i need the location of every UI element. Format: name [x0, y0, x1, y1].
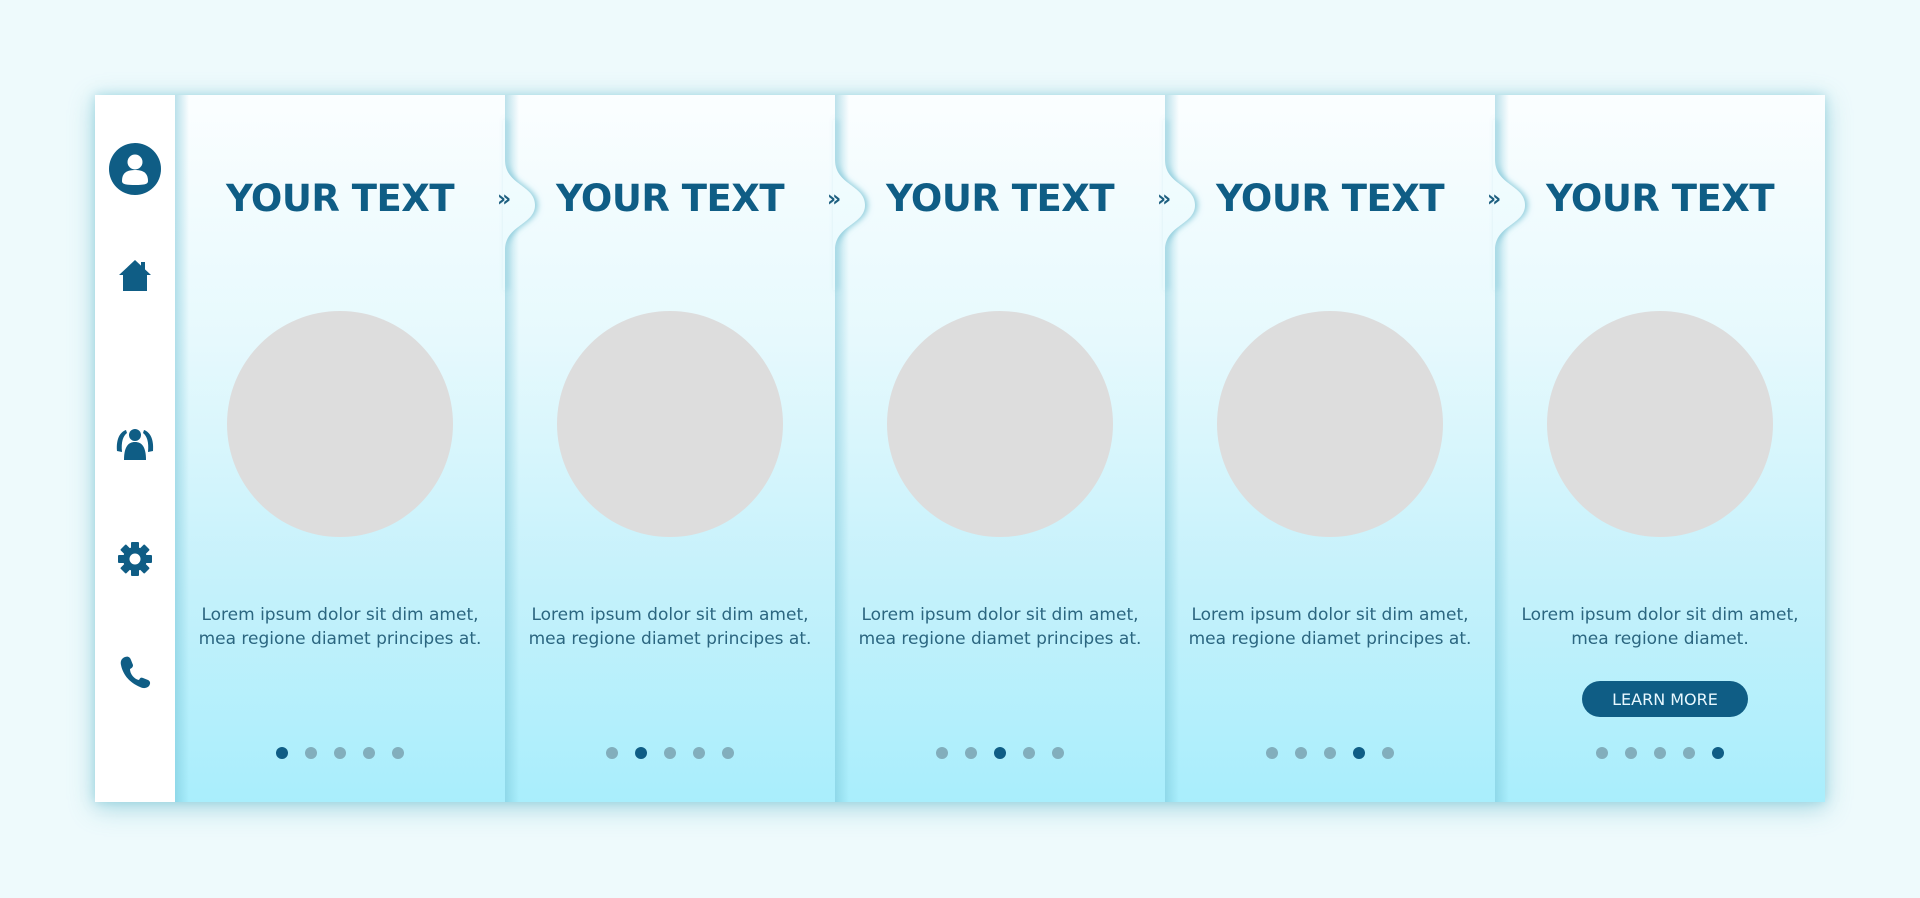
home-icon: [119, 260, 151, 291]
pagination-dots: [1495, 747, 1825, 759]
pagination-dot[interactable]: [1023, 747, 1035, 759]
screen-connector: [1493, 120, 1525, 290]
screen-description: Lorem ipsum dolor sit dim amet, mea regi…: [198, 605, 482, 649]
image-placeholder: [227, 311, 453, 537]
pagination-dot[interactable]: [606, 747, 618, 759]
pagination-dot[interactable]: [276, 747, 288, 759]
next-arrow-icon[interactable]: »: [1487, 187, 1501, 212]
pagination-dot[interactable]: [1324, 747, 1336, 759]
pagination-dot[interactable]: [1625, 747, 1637, 759]
screen-title: YOUR TEXT: [555, 177, 785, 220]
pagination-dot[interactable]: [1654, 747, 1666, 759]
sidebar-item-community[interactable]: [95, 427, 175, 461]
next-arrow-icon[interactable]: »: [497, 187, 511, 212]
pagination-dot[interactable]: [392, 747, 404, 759]
onboarding-screen-2: YOUR TEXT Lorem ipsum dolor sit dim amet,…: [505, 95, 865, 802]
sidebar-item-settings[interactable]: [95, 541, 175, 577]
screen-connector: [503, 120, 535, 290]
image-placeholder: [1217, 311, 1443, 537]
learn-more-button[interactable]: LEARN MORE: [1582, 681, 1748, 717]
screen-title: YOUR TEXT: [885, 177, 1115, 220]
screen-description: Lorem ipsum dolor sit dim amet, mea regi…: [1521, 605, 1799, 649]
onboarding-screen-3: YOUR TEXT Lorem ipsum dolor sit dim amet,…: [835, 95, 1195, 802]
pagination-dot[interactable]: [1596, 747, 1608, 759]
pagination-dot[interactable]: [363, 747, 375, 759]
screen-description: Lorem ipsum dolor sit dim amet, mea regi…: [1188, 605, 1472, 649]
user-icon: [109, 143, 161, 195]
onboarding-card: YOUR TEXT Lorem ipsum dolor sit dim amet,…: [95, 95, 1825, 802]
sidebar-item-profile[interactable]: [95, 143, 175, 195]
pagination-dot[interactable]: [635, 747, 647, 759]
pagination-dot[interactable]: [994, 747, 1006, 759]
pagination-dot[interactable]: [664, 747, 676, 759]
gear-icon: [118, 542, 152, 576]
pagination-dot[interactable]: [1683, 747, 1695, 759]
next-arrow-icon[interactable]: »: [1157, 187, 1171, 212]
pagination-dots: [505, 747, 835, 759]
onboarding-screen-1: YOUR TEXT Lorem ipsum dolor sit dim amet,…: [175, 95, 535, 802]
sidebar: [95, 95, 175, 802]
next-arrow-icon[interactable]: »: [827, 187, 841, 212]
pagination-dot[interactable]: [1295, 747, 1307, 759]
pagination-dots: [175, 747, 505, 759]
pagination-dot[interactable]: [722, 747, 734, 759]
screen-description: Lorem ipsum dolor sit dim amet, mea regi…: [528, 605, 812, 649]
pagination-dot[interactable]: [1712, 747, 1724, 759]
screen-description: Lorem ipsum dolor sit dim amet, mea regi…: [858, 605, 1142, 649]
group-icon: [116, 429, 154, 460]
phone-icon: [120, 656, 151, 689]
pagination-dot[interactable]: [1266, 747, 1278, 759]
screen-title: YOUR TEXT: [1215, 177, 1445, 220]
pagination-dot[interactable]: [936, 747, 948, 759]
screen-connector: [833, 120, 865, 290]
image-placeholder: [887, 311, 1113, 537]
pagination-dot[interactable]: [965, 747, 977, 759]
onboarding-screen-4: YOUR TEXT Lorem ipsum dolor sit dim amet,…: [1165, 95, 1525, 802]
screen-title: YOUR TEXT: [1545, 177, 1775, 220]
image-placeholder: [1547, 311, 1773, 537]
pagination-dot[interactable]: [1382, 747, 1394, 759]
pagination-dot[interactable]: [334, 747, 346, 759]
pagination-dot[interactable]: [1353, 747, 1365, 759]
image-placeholder: [557, 311, 783, 537]
screen-connector: [1163, 120, 1195, 290]
sidebar-item-contact[interactable]: [95, 655, 175, 689]
onboarding-screen-5: YOUR TEXT Lorem ipsum dolor sit dim amet,…: [1495, 95, 1825, 802]
pagination-dots: [835, 747, 1165, 759]
pagination-dots: [1165, 747, 1495, 759]
pagination-dot[interactable]: [693, 747, 705, 759]
pagination-dot[interactable]: [305, 747, 317, 759]
sidebar-item-home[interactable]: [95, 258, 175, 292]
screen-title: YOUR TEXT: [225, 177, 455, 220]
pagination-dot[interactable]: [1052, 747, 1064, 759]
